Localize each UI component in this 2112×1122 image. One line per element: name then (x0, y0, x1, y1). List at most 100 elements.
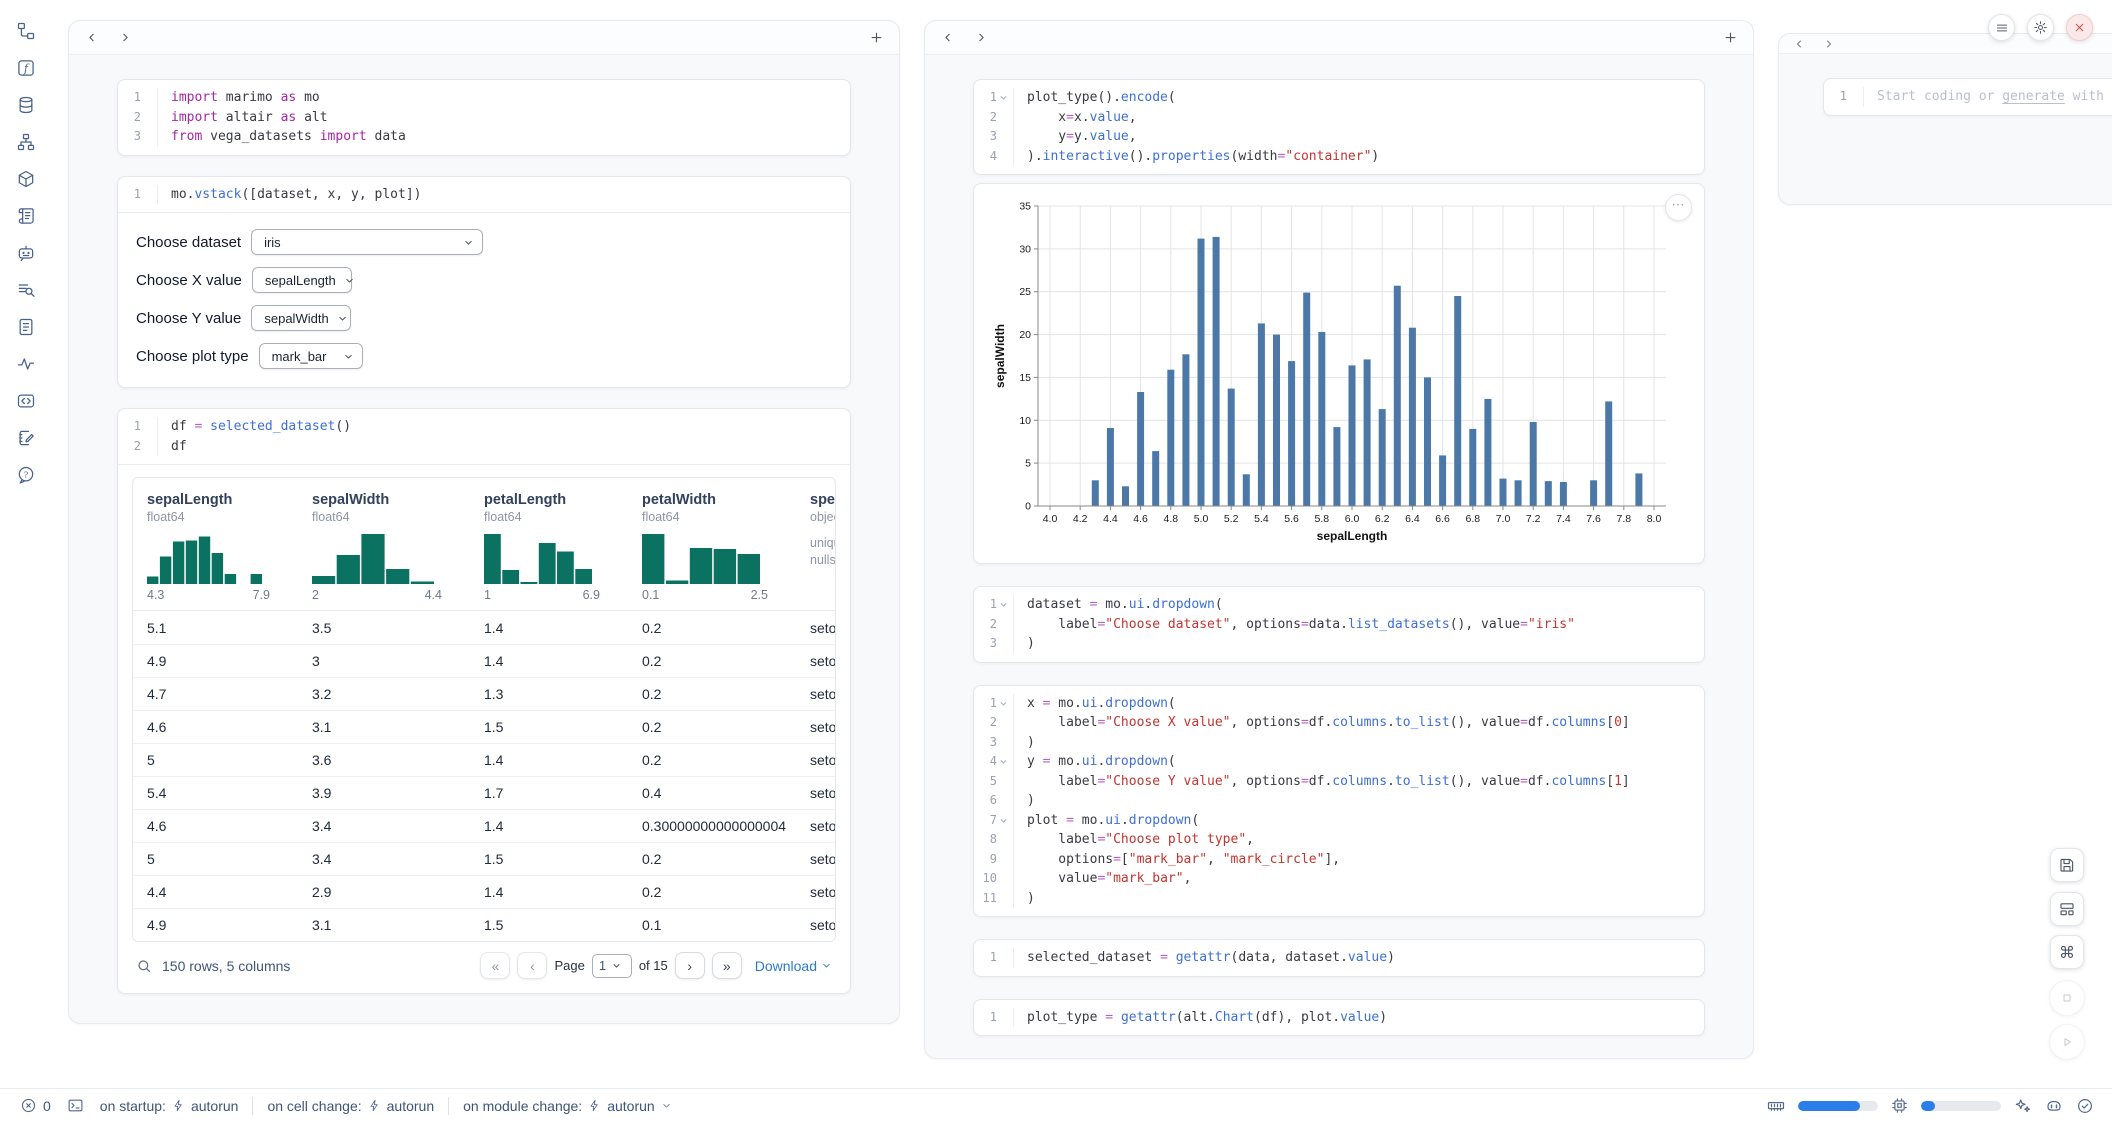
generate-with-ai-link[interactable]: generate (2002, 89, 2065, 104)
column-header[interactable]: sepalLength (147, 492, 298, 508)
menu-button[interactable] (1988, 14, 2015, 41)
file-explorer-icon[interactable] (15, 20, 37, 42)
choose-x-value-select[interactable]: sepalLength (252, 267, 352, 293)
column-header[interactable]: petalWidth (642, 492, 796, 508)
column-prev-button[interactable] (939, 30, 955, 46)
settings-button[interactable] (2027, 14, 2054, 41)
code-cell-vstack: 1mo.vstack([dataset, x, y, plot])Choose … (117, 176, 851, 389)
column-dtype: object (810, 510, 836, 524)
add-cell-button[interactable] (1721, 29, 1739, 47)
table-row: 4.63.11.50.2setosa (133, 710, 835, 743)
code-editor[interactable]: 1import marimo as mo2import altair as al… (118, 80, 850, 155)
runtime-config-1[interactable]: on startup:autorun (100, 1098, 239, 1114)
connection-status-button[interactable] (2076, 1097, 2094, 1115)
line-number: 1 (1825, 87, 1847, 107)
choose-plot-type-select[interactable]: mark_bar (259, 343, 363, 369)
data-sources-icon[interactable] (15, 94, 37, 116)
column-dtype: float64 (484, 510, 628, 524)
chart-actions-button[interactable]: ⋯ (1665, 194, 1692, 221)
variables-icon[interactable]: f (15, 57, 37, 79)
stop-button[interactable] (2049, 980, 2085, 1016)
packages-icon[interactable] (15, 168, 37, 190)
table-row: 5.13.51.40.2setosa (133, 611, 835, 644)
svg-text:6.4: 6.4 (1405, 513, 1420, 525)
column-next-button[interactable] (973, 30, 989, 46)
code-editor[interactable]: 1selected_dataset = getattr(data, datase… (974, 940, 1704, 976)
line-number: 2 (975, 108, 997, 128)
chevron-down-icon (463, 237, 474, 248)
layout-button[interactable] (2050, 892, 2084, 926)
copilot-button[interactable] (2045, 1097, 2063, 1115)
line-number: 3 (975, 634, 997, 654)
column-prev-button[interactable] (83, 30, 99, 46)
error-indicator[interactable]: 0 (20, 1097, 51, 1114)
notebook-cell: 1mo.vstack([dataset, x, y, plot])Choose … (117, 176, 851, 389)
column-next-button[interactable] (1821, 36, 1837, 52)
search-icon[interactable] (136, 958, 152, 974)
code-editor[interactable]: 1x = mo.ui.dropdown(2 label="Choose X va… (974, 686, 1704, 917)
fold-chevron-icon (999, 93, 1008, 102)
line-number: 7 (975, 811, 997, 831)
code-editor[interactable]: 1df = selected_dataset()2df (118, 409, 850, 464)
lightning-icon (588, 1098, 601, 1113)
scratchpad-panel: 1 Start coding or generate with (1778, 33, 2112, 205)
x-axis-title: sepalLength (1317, 529, 1388, 543)
ai-chat-icon[interactable] (15, 242, 37, 264)
save-button[interactable] (2050, 848, 2084, 882)
line-number: 2 (119, 437, 141, 457)
scratchpad-icon[interactable] (15, 427, 37, 449)
snippets-icon[interactable] (15, 390, 37, 412)
chevron-down-icon (344, 275, 355, 286)
code-editor[interactable]: 1mo.vstack([dataset, x, y, plot]) (118, 177, 850, 213)
first-page-button[interactable]: « (480, 952, 510, 979)
save-icon (2058, 856, 2076, 874)
scratchpad-cell[interactable]: 1 Start coding or generate with (1823, 78, 2112, 116)
tracing-icon[interactable] (15, 353, 37, 375)
column-next-button[interactable] (117, 30, 133, 46)
terminal-button[interactable] (67, 1097, 84, 1114)
chart-output: 4.04.24.44.64.85.05.25.45.65.86.06.26.46… (973, 183, 1705, 564)
code-editor[interactable]: 1plot_type().encode(2 x=x.value,3 y=y.va… (974, 80, 1704, 174)
column-header[interactable]: sepalWidth (312, 492, 470, 508)
bar-chart[interactable]: 4.04.24.44.64.85.05.25.45.65.86.06.26.46… (990, 196, 1696, 548)
choose-dataset-select[interactable]: iris (251, 229, 483, 255)
svg-text:7.0: 7.0 (1496, 513, 1511, 525)
run-button[interactable] (2049, 1024, 2085, 1060)
keyboard-shortcuts-button[interactable]: ⌘ (2050, 935, 2084, 969)
runtime-config-3[interactable]: on module change:autorun (463, 1098, 672, 1114)
runtime-config-2[interactable]: on cell change:autorun (267, 1098, 434, 1114)
scratchpad-input[interactable]: Start coding or generate with (1877, 87, 2104, 107)
code-editor[interactable]: 1plot_type = getattr(alt.Chart(df), plot… (974, 1000, 1704, 1036)
table-row: 5.43.91.70.4setosa (133, 776, 835, 809)
page-number-select[interactable]: 1 (592, 954, 632, 978)
line-number: 9 (975, 850, 997, 870)
line-number: 1 (119, 185, 141, 205)
download-button[interactable]: Download (755, 958, 832, 974)
last-page-button[interactable]: » (712, 952, 742, 979)
column-prev-button[interactable] (1791, 36, 1807, 52)
ai-assist-button[interactable] (2014, 1097, 2032, 1115)
documentation-icon[interactable] (15, 316, 37, 338)
prev-page-button[interactable]: ‹ (517, 952, 547, 979)
ram-icon (1767, 1097, 1785, 1115)
choose-y-value-select[interactable]: sepalWidth (251, 305, 351, 331)
help-icon[interactable]: ? (15, 464, 37, 486)
dependency-graph-icon[interactable] (15, 131, 37, 153)
scratchpad-header (1779, 34, 2112, 54)
stop-icon (2059, 990, 2075, 1006)
shutdown-button[interactable] (2066, 14, 2093, 41)
divider (252, 1097, 253, 1115)
svg-text:4.8: 4.8 (1163, 513, 1178, 525)
chevron-down-icon (661, 1100, 672, 1111)
column-header[interactable]: petalLength (484, 492, 628, 508)
logs-icon[interactable] (15, 279, 37, 301)
next-page-button[interactable]: › (675, 952, 705, 979)
line-number: 2 (975, 713, 997, 733)
svg-text:7.2: 7.2 (1526, 513, 1541, 525)
svg-text:30: 30 (1019, 243, 1031, 255)
column-histogram (312, 534, 434, 584)
add-cell-button[interactable] (867, 29, 885, 47)
code-editor[interactable]: 1dataset = mo.ui.dropdown(2 label="Choos… (974, 587, 1704, 662)
column-header[interactable]: species (810, 492, 836, 508)
outline-icon[interactable] (15, 205, 37, 227)
